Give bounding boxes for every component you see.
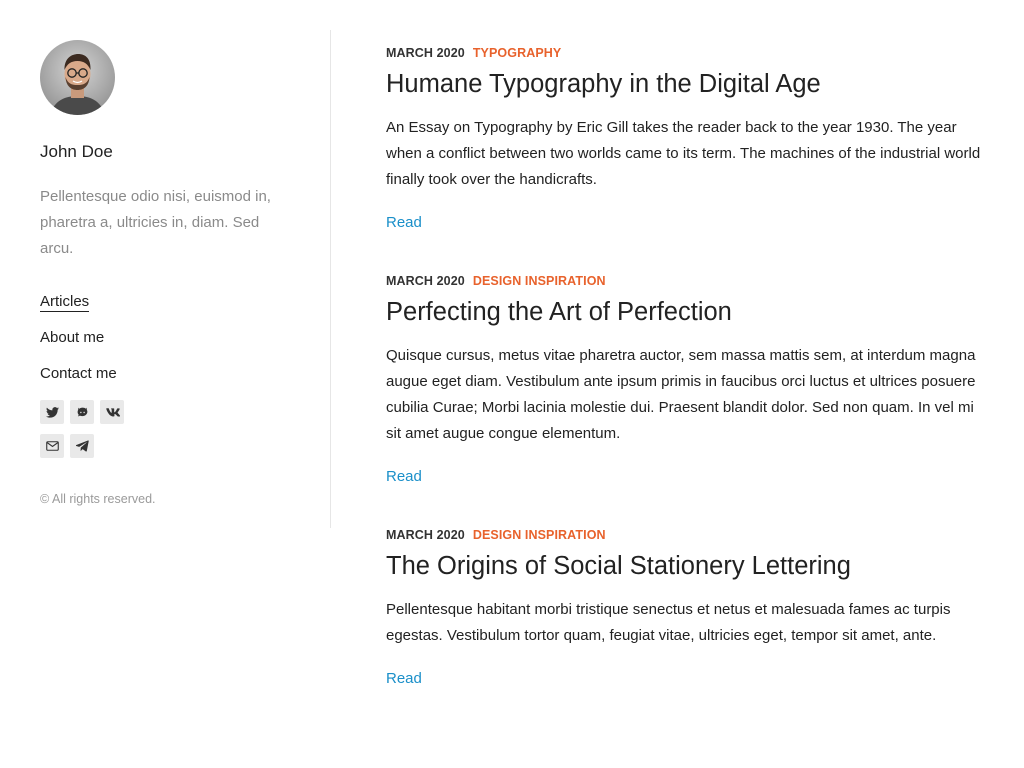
nav-item-about-me[interactable]: About me [40,328,290,348]
page: John Doe Pellentesque odio nisi, euismod… [0,0,1024,768]
post-excerpt: An Essay on Typography by Eric Gill take… [386,119,981,188]
read-link[interactable]: Read [386,467,422,487]
sidebar: John Doe Pellentesque odio nisi, euismod… [40,40,290,507]
articles-list: MARCH 2020 TYPOGRAPHY Humane Typography i… [386,45,991,729]
sidebar-divider [330,30,331,528]
github-icon [77,407,87,416]
author-bio: Pellentesque odio nisi, euismod in, phar… [40,188,271,257]
nav-item-label: About me [40,329,105,346]
post-category-link[interactable]: DESIGN INSPIRATION [473,274,606,288]
nav-item-articles[interactable]: Articles [40,292,290,312]
read-link[interactable]: Read [386,669,422,689]
post-title[interactable]: Humane Typography in the Digital Age [386,69,991,99]
email-link[interactable] [40,434,64,458]
vk-icon [105,407,120,416]
post-meta: MARCH 2020 TYPOGRAPHY [386,45,991,61]
post-title[interactable]: The Origins of Social Stationery Letteri… [386,551,991,581]
post-date: MARCH 2020 [386,528,465,542]
github-link[interactable] [70,400,94,424]
twitter-icon [45,406,59,418]
post-excerpt: Quisque cursus, metus vitae pharetra auc… [386,347,976,442]
post-title[interactable]: Perfecting the Art of Perfection [386,297,991,327]
avatar-image [40,40,115,115]
copyright: © All rights reserved. [40,492,156,506]
nav-item-label: Contact me [40,365,117,382]
author-name: John Doe [40,142,113,161]
post-date: MARCH 2020 [386,46,465,60]
read-link[interactable]: Read [386,213,422,233]
nav-item-contact-me[interactable]: Contact me [40,364,290,384]
twitter-link[interactable] [40,400,64,424]
sidebar-nav: Articles About me Contact me [40,292,290,384]
article-card: MARCH 2020 TYPOGRAPHY Humane Typography i… [386,45,991,233]
social-links [40,400,140,458]
article-card: MARCH 2020 DESIGN INSPIRATION Perfecting … [386,273,991,487]
telegram-link[interactable] [70,434,94,458]
telegram-icon [75,440,89,452]
post-meta: MARCH 2020 DESIGN INSPIRATION [386,527,991,543]
post-category-link[interactable]: TYPOGRAPHY [473,46,562,60]
avatar[interactable] [40,40,115,115]
article-card: MARCH 2020 DESIGN INSPIRATION The Origins… [386,527,991,689]
nav-item-label: Articles [40,293,90,312]
post-meta: MARCH 2020 DESIGN INSPIRATION [386,273,991,289]
post-date: MARCH 2020 [386,274,465,288]
vk-link[interactable] [100,400,124,424]
email-icon [45,441,59,451]
post-excerpt: Pellentesque habitant morbi tristique se… [386,601,951,644]
post-category-link[interactable]: DESIGN INSPIRATION [473,528,606,542]
